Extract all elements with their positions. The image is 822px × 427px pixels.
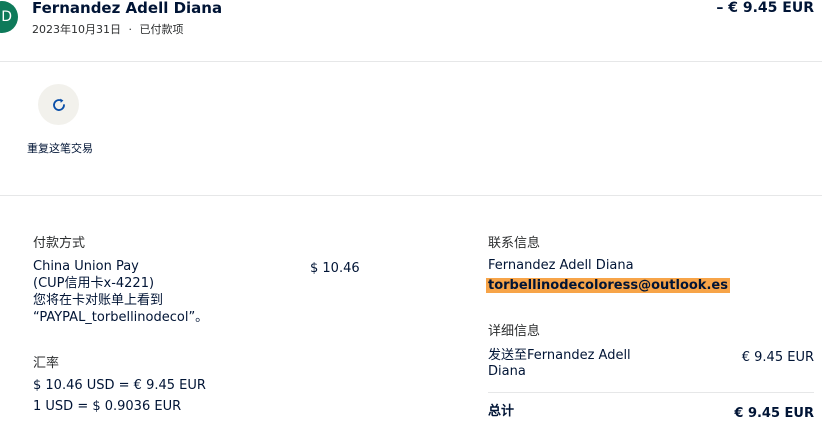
total-amount: € 9.45 EUR — [734, 406, 814, 421]
contact-email[interactable]: torbellinodecoloress@outlook.es — [486, 278, 730, 293]
exchange-rate-line1: $ 10.46 USD = € 9.45 EUR — [33, 378, 206, 393]
payment-method-name: China Union Pay — [33, 259, 139, 274]
transaction-details-page: D Fernandez Adell Diana 2023年10月31日 · 已付… — [0, 0, 822, 427]
avatar-initial: D — [1, 9, 12, 25]
actions-divider — [0, 195, 822, 196]
contact-info-title: 联系信息 — [488, 236, 541, 251]
payment-method-title: 付款方式 — [33, 236, 86, 251]
refresh-icon — [52, 98, 65, 111]
merchant-name: Fernandez Adell Diana — [32, 0, 223, 17]
merchant-avatar: D — [0, 1, 18, 33]
contact-email-link[interactable]: torbellinodecoloress@outlook.es — [486, 278, 730, 293]
header-divider — [0, 61, 822, 62]
exchange-rate-line2: 1 USD = $ 0.9036 EUR — [33, 399, 182, 414]
transaction-amount: – € 9.45 EUR — [716, 0, 814, 16]
sent-to-line1: 发送至Fernandez Adell — [488, 348, 631, 363]
sent-amount: € 9.45 EUR — [741, 350, 814, 365]
payment-method-card: (CUP信用卡x-4221) — [33, 276, 155, 291]
details-title: 详细信息 — [488, 324, 541, 339]
total-label: 总计 — [488, 404, 515, 419]
transaction-subline: 2023年10月31日 · 已付款项 — [32, 21, 184, 37]
payment-amount: $ 10.46 — [310, 261, 360, 276]
transaction-status: 已付款项 — [139, 23, 184, 36]
statement-note-line2: “PAYPAL_torbellinodecol”。 — [33, 310, 209, 325]
sent-to-line2: Diana — [488, 364, 526, 379]
statement-note-line1: 您将在卡对账单上看到 — [33, 293, 164, 308]
contact-name: Fernandez Adell Diana — [488, 258, 634, 273]
repeat-transaction-label[interactable]: 重复这笔交易 — [26, 140, 94, 157]
details-divider — [488, 392, 814, 393]
repeat-transaction-button[interactable] — [38, 84, 79, 125]
subline-separator: · — [128, 23, 133, 36]
exchange-rate-title: 汇率 — [33, 356, 60, 371]
transaction-date: 2023年10月31日 — [32, 23, 121, 36]
